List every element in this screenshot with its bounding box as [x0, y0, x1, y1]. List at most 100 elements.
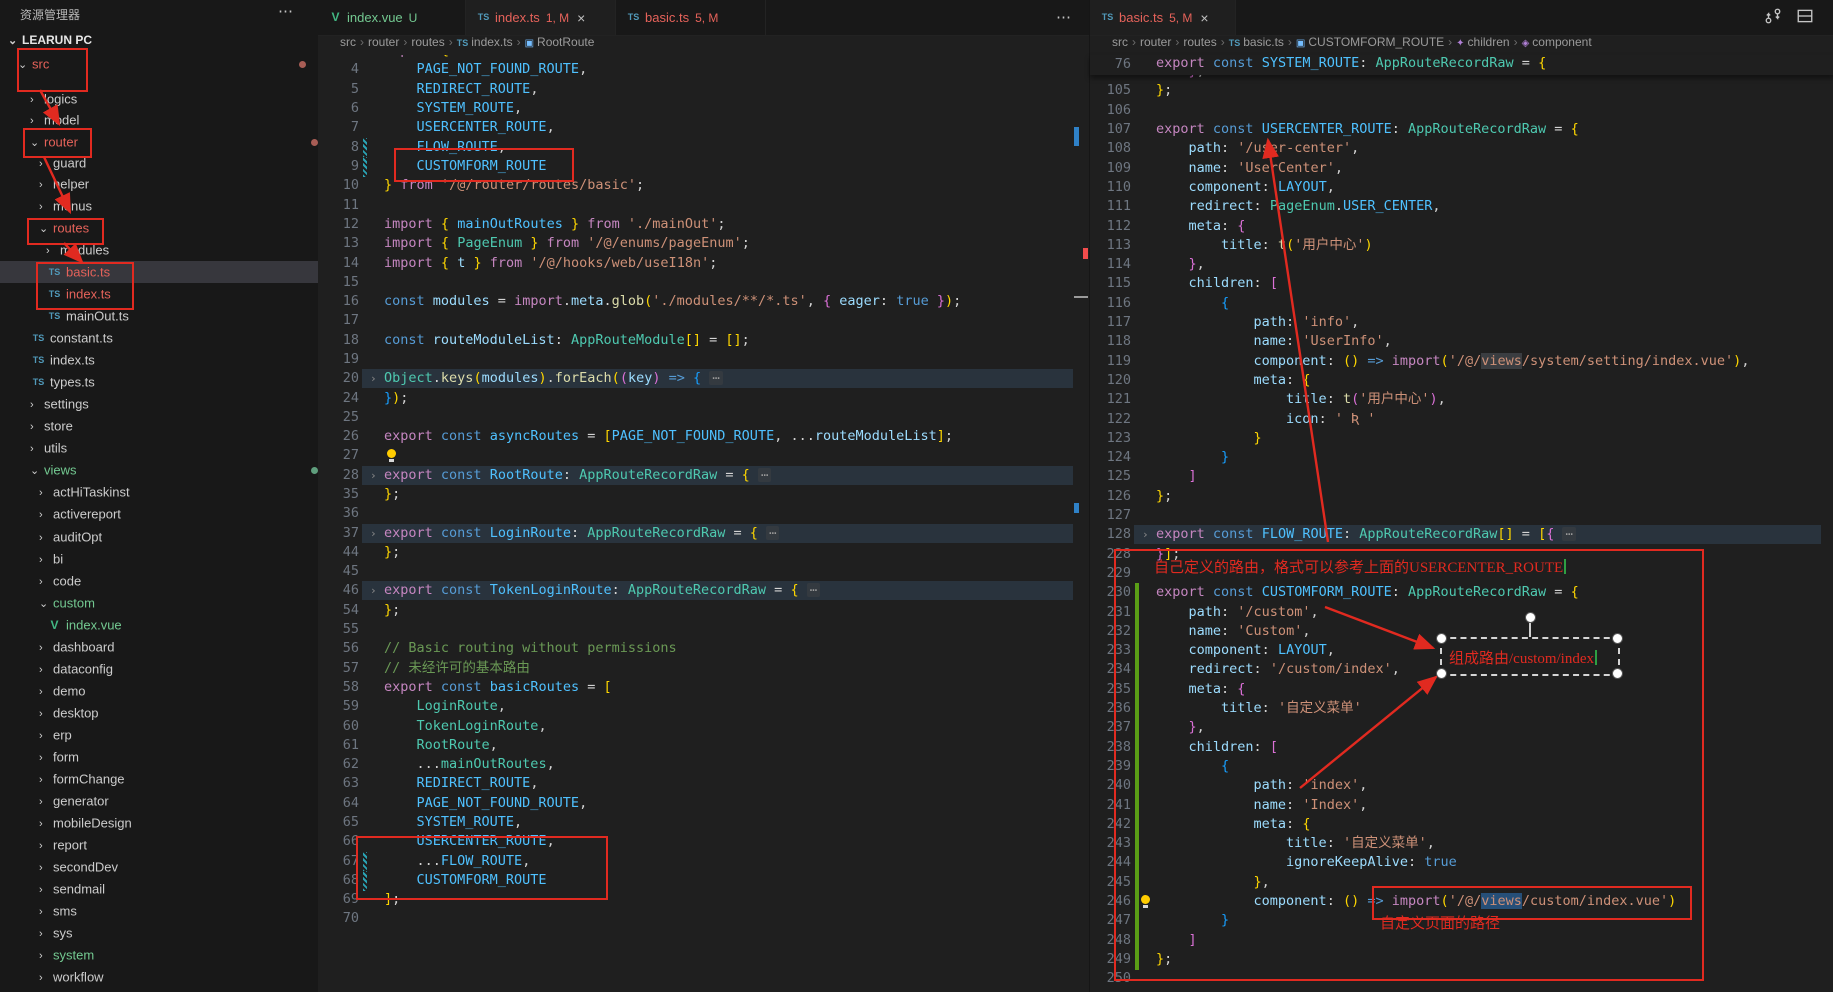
fold-chevron-icon[interactable]: ›: [370, 524, 377, 544]
close-icon[interactable]: ×: [1200, 10, 1208, 26]
tree-item-guard[interactable]: ›guard: [0, 152, 357, 174]
selection-highlight: views: [1481, 893, 1522, 909]
tab-basic.ts[interactable]: TSbasic.ts5, M: [616, 0, 766, 35]
tree-item-model[interactable]: ›model: [0, 109, 348, 131]
tree-item-index.ts[interactable]: TSindex.ts: [0, 349, 348, 371]
rotation-handle[interactable]: [1525, 612, 1536, 623]
tree-item-activereport[interactable]: ›activereport: [0, 503, 357, 525]
fold-chevron-icon[interactable]: ›: [370, 581, 377, 601]
breadcrumb-children[interactable]: ✦children: [1456, 35, 1509, 49]
code-line-57: // 未经许可的基本路由: [384, 659, 530, 679]
breadcrumb-src[interactable]: src: [1112, 35, 1128, 49]
editor-more-actions-icon[interactable]: ⋯: [1056, 8, 1071, 26]
tree-item-index.vue[interactable]: Vindex.vueU: [0, 614, 364, 636]
tree-item-label: mobileDesign: [53, 816, 132, 831]
tree-item-routes[interactable]: ⌄routes: [0, 217, 357, 239]
lightbulb-icon[interactable]: [1139, 895, 1151, 909]
breadcrumb-CUSTOMFORM_ROUTE[interactable]: ▣CUSTOMFORM_ROUTE: [1296, 35, 1444, 49]
tree-item-mobileDesign[interactable]: ›mobileDesign: [0, 812, 357, 834]
tree-item-formChange[interactable]: ›formChange: [0, 768, 357, 790]
tree-item-utils[interactable]: ›utils: [0, 437, 348, 459]
lightbulb-icon[interactable]: [385, 449, 397, 463]
tree-item-helper[interactable]: ›helper: [0, 173, 357, 195]
breadcrumb-routes[interactable]: routes: [411, 35, 444, 49]
tree-item-report[interactable]: ›report: [0, 834, 357, 856]
close-icon[interactable]: ×: [577, 10, 585, 26]
tree-item-logics[interactable]: ›logics: [0, 88, 348, 110]
tree-item-custom[interactable]: ⌄custom: [0, 592, 357, 614]
code-line-115: children: [: [1156, 274, 1278, 294]
fold-chevron-icon[interactable]: ›: [1142, 525, 1149, 545]
annotation-textbox[interactable]: 组成路由/custom/index: [1440, 637, 1620, 676]
tree-item-form[interactable]: ›form: [0, 746, 357, 768]
tree-item-menus[interactable]: ›menus: [0, 195, 357, 217]
tree-item-desktop[interactable]: ›desktop: [0, 702, 357, 724]
gutter-added-indicator: [1135, 622, 1139, 642]
tree-item-views[interactable]: ⌄views: [0, 459, 348, 481]
tree-item-types.ts[interactable]: TStypes.ts: [0, 371, 348, 393]
tab-index.ts[interactable]: TSindex.ts1, M×: [466, 0, 616, 35]
tree-item-system[interactable]: ›system: [0, 944, 357, 966]
line-number: 35: [318, 485, 359, 505]
tree-item-demo[interactable]: ›demo: [0, 680, 357, 702]
typescript-file-icon: TS: [46, 265, 63, 280]
tree-item-dashboard[interactable]: ›dashboard: [0, 636, 357, 658]
compare-changes-icon[interactable]: [1764, 7, 1782, 30]
tab-basic.ts[interactable]: TSbasic.ts5, M×: [1090, 0, 1236, 35]
tree-item-store[interactable]: ›store: [0, 415, 348, 437]
code-line-111: redirect: PageEnum.USER_CENTER,: [1156, 197, 1441, 217]
tab-label: basic.ts: [1119, 10, 1163, 25]
tree-item-modules[interactable]: ›modules: [0, 239, 364, 261]
fold-chevron-icon[interactable]: ›: [370, 466, 377, 486]
split-editor-icon[interactable]: [1796, 7, 1814, 30]
code-line-245: },: [1156, 873, 1270, 893]
breadcrumb-component[interactable]: ◈component: [1522, 35, 1592, 49]
tab-index.vue[interactable]: Vindex.vueU: [318, 0, 466, 35]
tree-item-router[interactable]: ⌄router: [0, 131, 348, 153]
tree-item-auditOpt[interactable]: ›auditOpt: [0, 526, 357, 548]
breadcrumb-router[interactable]: router: [1140, 35, 1171, 49]
fold-chevron-icon[interactable]: ›: [370, 369, 377, 389]
tree-item-sms[interactable]: ›sms: [0, 900, 357, 922]
tree-item-mainOut.ts[interactable]: TSmainOut.ts: [0, 305, 364, 327]
line-number: 233: [1090, 641, 1131, 661]
code-line-105: };: [1156, 81, 1172, 101]
code-area-basic-ts[interactable]: 104 },105};106107export const USERCENTER…: [1090, 55, 1833, 992]
tree-item-generator[interactable]: ›generator: [0, 790, 357, 812]
tree-item-constant.ts[interactable]: TSconstant.ts: [0, 327, 348, 349]
tree-item-dataconfig[interactable]: ›dataconfig: [0, 658, 357, 680]
breadcrumb-index.ts[interactable]: TSindex.ts: [457, 35, 513, 49]
typescript-file-icon: TS: [30, 353, 47, 368]
breadcrumb-router[interactable]: router: [368, 35, 399, 49]
tree-item-settings[interactable]: ›settings: [0, 393, 348, 415]
tree-item-secondDev[interactable]: ›secondDev: [0, 856, 357, 878]
line-number: 249: [1090, 950, 1131, 970]
resize-handle[interactable]: [1612, 668, 1623, 679]
line-number: 20: [318, 369, 359, 389]
breadcrumb-RootRoute[interactable]: ▣RootRoute: [525, 35, 595, 49]
tree-item-bi[interactable]: ›bi: [0, 548, 357, 570]
breadcrumb-routes[interactable]: routes: [1183, 35, 1216, 49]
tree-item-src[interactable]: ⌄src: [0, 53, 336, 75]
breadcrumb-src[interactable]: src: [340, 35, 356, 49]
code-line-46: export const TokenLoginRoute: AppRouteRe…: [384, 581, 820, 601]
tabbar-right: TSbasic.ts5, M×: [1090, 0, 1833, 36]
gutter-added-indicator: [1135, 776, 1139, 796]
resize-handle[interactable]: [1436, 668, 1447, 679]
code-area-index-ts[interactable]: 3import {4 PAGE_NOT_FOUND_ROUTE,5 REDIRE…: [318, 55, 1089, 992]
code-line-65: SYSTEM_ROUTE,: [384, 813, 522, 833]
tree-item-basic.ts[interactable]: TSbasic.ts5, M: [0, 261, 364, 283]
resize-handle[interactable]: [1436, 633, 1447, 644]
code-line-126: };: [1156, 487, 1172, 507]
tree-item-workflow[interactable]: ›workflow: [0, 966, 357, 988]
breadcrumb-basic.ts[interactable]: TSbasic.ts: [1229, 35, 1284, 49]
sticky-scroll-line[interactable]: 76export const SYSTEM_ROUTE: AppRouteRec…: [1090, 55, 1833, 75]
tree-item-sys[interactable]: ›sys: [0, 922, 357, 944]
tree-item-actHiTaskinst[interactable]: ›actHiTaskinst: [0, 481, 357, 503]
tree-item-code[interactable]: ›code: [0, 570, 357, 592]
line-number: 244: [1090, 853, 1131, 873]
tree-item-index.ts[interactable]: TSindex.ts1, M: [0, 283, 364, 305]
tree-item-sendmail[interactable]: ›sendmail: [0, 878, 357, 900]
resize-handle[interactable]: [1612, 633, 1623, 644]
tree-item-erp[interactable]: ›erp: [0, 724, 357, 746]
